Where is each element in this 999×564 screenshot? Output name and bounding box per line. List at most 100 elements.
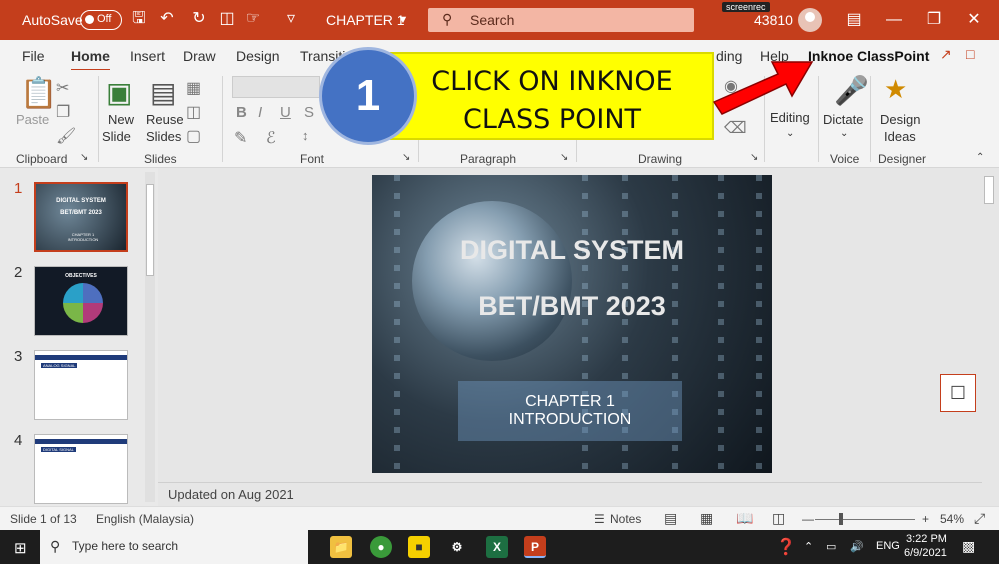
thumbnail-title: DIGITAL SYSTEM [56, 198, 106, 204]
share-icon[interactable]: ↗ [940, 46, 952, 63]
touch-mode-icon[interactable]: ☞ [242, 8, 264, 30]
collapse-ribbon-icon[interactable]: ⌃ [976, 152, 984, 163]
tab-draw[interactable]: Draw [183, 48, 216, 64]
microphone-icon[interactable]: 🎤 [834, 74, 869, 107]
avatar[interactable] [798, 8, 822, 32]
design-ideas-icon[interactable]: ★ [884, 74, 907, 105]
design-ideas-label[interactable]: Design [880, 112, 920, 127]
current-slide[interactable]: DIGITAL SYSTEM BET/BMT 2023 CHAPTER 1 IN… [372, 175, 772, 473]
bookmark-icon[interactable]: ☐ [940, 374, 976, 412]
thumbnail-scrollbar[interactable] [145, 172, 155, 502]
thumbnail-number: 4 [14, 432, 23, 449]
copy-icon[interactable]: ❐ [56, 102, 70, 122]
notifications-icon[interactable]: ▩ [962, 538, 975, 555]
help-icon[interactable]: ❓ [776, 537, 796, 557]
taskbar-search[interactable]: ⚲ Type here to search [40, 530, 308, 564]
zoom-in-icon[interactable]: + [922, 512, 929, 526]
underline-button[interactable]: U [280, 104, 291, 121]
tab-insert[interactable]: Insert [130, 48, 165, 64]
file-explorer-icon[interactable]: 📁 [330, 536, 352, 558]
chevron-up-icon[interactable]: ⌃ [804, 540, 813, 553]
close-icon[interactable]: ✕ [962, 8, 986, 32]
volume-icon[interactable]: 🔊 [850, 540, 864, 553]
italic-button[interactable]: I [258, 104, 262, 121]
excel-icon[interactable]: X [486, 536, 508, 558]
canvas-scrollbar[interactable] [982, 168, 996, 480]
reuse-slides-icon[interactable]: ▤ [150, 76, 176, 109]
reset-icon[interactable]: ◫ [186, 102, 201, 122]
dictate-button[interactable]: Dictate [823, 112, 863, 127]
zoom-out-icon[interactable]: — [802, 512, 814, 526]
restore-icon[interactable]: ❐ [922, 8, 946, 32]
tab-design[interactable]: Design [236, 48, 280, 64]
tab-inknoe-classpoint[interactable]: Inknoe ClassPoint [808, 48, 929, 64]
design-ideas-label[interactable]: Ideas [884, 129, 916, 144]
zoom-slider[interactable] [815, 519, 915, 520]
reading-view-icon[interactable]: 📖 [736, 510, 753, 527]
bold-button[interactable]: B [236, 104, 247, 121]
search-box[interactable]: ⚲ Search [428, 8, 694, 32]
slide-thumbnail-4[interactable]: DIGITAL SIGNAL [34, 434, 128, 504]
save-icon[interactable]: 🖫 [128, 8, 150, 30]
format-painter-icon[interactable]: 🖌 [56, 126, 76, 146]
cut-icon[interactable]: ✂ [56, 78, 69, 98]
slide-thumbnail-1[interactable]: DIGITAL SYSTEM BET/BMT 2023 CHAPTER 1 IN… [34, 182, 128, 252]
change-case-icon[interactable]: ↕ [302, 128, 309, 143]
zoom-level[interactable]: 54% [940, 512, 964, 526]
notes-button[interactable]: Notes [610, 512, 641, 526]
ribbon-display-icon[interactable]: ▤ [842, 8, 866, 32]
comments-icon[interactable]: □ [966, 46, 974, 62]
dialog-launcher-icon[interactable]: ↘ [750, 152, 758, 163]
normal-view-icon[interactable]: ▤ [664, 510, 677, 527]
powerpoint-icon[interactable]: P [524, 536, 546, 558]
dialog-launcher-icon[interactable]: ↘ [560, 152, 568, 163]
code-stream [718, 175, 724, 473]
divider [222, 76, 223, 162]
sticky-notes-icon[interactable]: ■ [408, 536, 430, 558]
layout-icon[interactable]: ▦ [186, 78, 201, 98]
notes-text: Updated on Aug 2021 [168, 487, 294, 502]
customize-qat-icon[interactable]: ▿ [280, 8, 302, 30]
settings-icon[interactable]: ⚙ [446, 536, 468, 558]
language-indicator[interactable]: English (Malaysia) [96, 512, 194, 526]
slide-sorter-icon[interactable]: ▦ [700, 510, 713, 527]
tab-file[interactable]: File [22, 48, 45, 64]
new-slide-icon[interactable]: ▣ [106, 76, 132, 109]
paste-icon[interactable]: 📋 [20, 76, 57, 111]
notes-icon[interactable]: ☰ [594, 512, 605, 526]
slideshow-icon[interactable]: ◫ [772, 510, 785, 527]
font-name-box[interactable] [232, 76, 320, 98]
notes-pane[interactable]: Updated on Aug 2021 [158, 482, 982, 506]
windows-start-icon[interactable]: ⊞ [14, 539, 27, 557]
fit-to-window-icon[interactable]: ⤢ [974, 510, 985, 527]
section-icon[interactable]: ▢ [186, 126, 201, 146]
reuse-slides-label[interactable]: Slides [146, 129, 181, 144]
chevron-down-icon: ▼ [397, 14, 409, 26]
new-slide-label[interactable]: Slide [102, 129, 131, 144]
undo-icon[interactable]: ↶ [156, 8, 178, 30]
clock-date[interactable]: 6/9/2021 [904, 547, 947, 559]
minimize-icon[interactable]: — [882, 8, 906, 32]
chevron-down-icon: ⌄ [786, 128, 795, 139]
reuse-slides-label[interactable]: Reuse [146, 112, 184, 127]
highlight-icon[interactable]: ✎ [234, 128, 247, 148]
strikethrough-button[interactable]: S [304, 104, 314, 121]
zoom-slider-knob[interactable] [839, 513, 843, 525]
chrome-icon[interactable]: ● [370, 536, 392, 558]
present-icon[interactable]: ◫ [216, 8, 238, 30]
dialog-launcher-icon[interactable]: ↘ [80, 152, 88, 163]
autosave-toggle[interactable]: Off [80, 10, 122, 30]
redo-icon[interactable]: ↻ [188, 8, 210, 30]
scrollbar-thumb[interactable] [146, 184, 154, 276]
paste-button[interactable]: Paste [16, 112, 49, 127]
new-slide-label[interactable]: New [108, 112, 134, 127]
tab-home[interactable]: Home [71, 48, 110, 72]
slide-thumbnail-3[interactable]: ANALOG SIGNAL [34, 350, 128, 420]
taskbar-language[interactable]: ENG [876, 540, 900, 552]
dialog-launcher-icon[interactable]: ↘ [402, 152, 410, 163]
clock-time[interactable]: 3:22 PM [906, 533, 947, 545]
slide-thumbnail-2[interactable]: OBJECTIVES [34, 266, 128, 336]
font-color-icon[interactable]: ℰ [266, 128, 276, 148]
battery-icon[interactable]: ▭ [826, 540, 836, 553]
scrollbar-thumb[interactable] [984, 176, 994, 204]
